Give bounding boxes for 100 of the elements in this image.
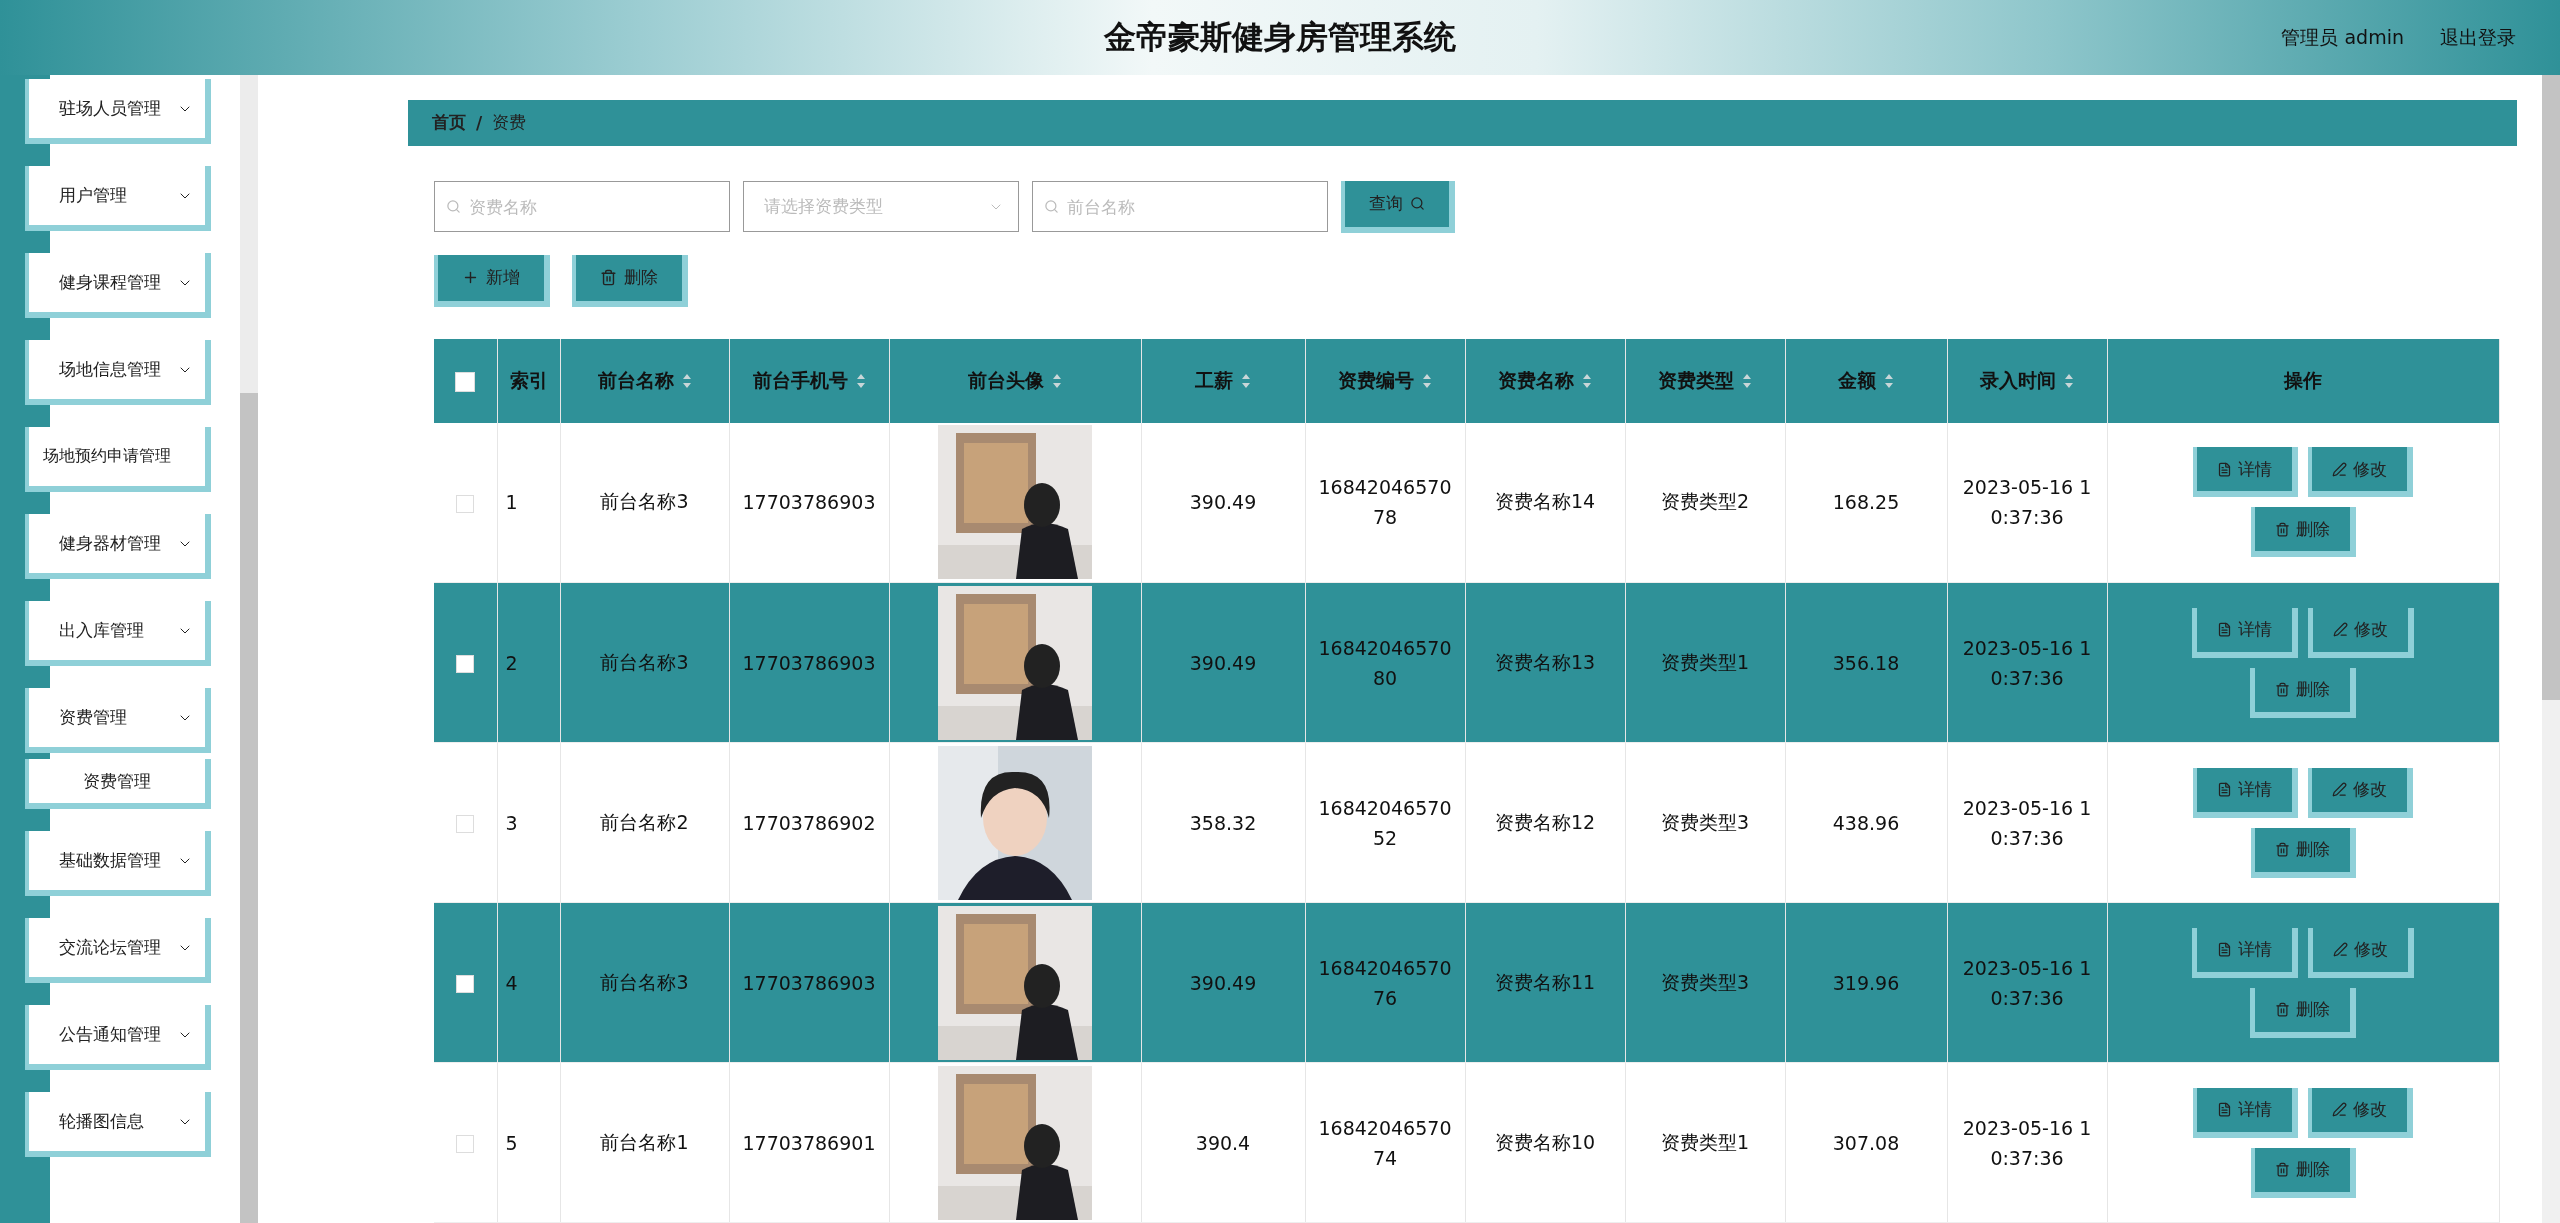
menu-item[interactable]: 健身器材管理 (25, 514, 211, 579)
fee-type-text: 资费类型3 (1660, 969, 1750, 995)
column-header[interactable]: 资费编号 (1305, 338, 1465, 423)
delete-button[interactable]: 删除 (2250, 667, 2357, 718)
code-text: 1684204657074 (1317, 1115, 1453, 1171)
document-icon (2217, 461, 2233, 477)
column-header[interactable]: 资费类型 (1625, 338, 1785, 423)
amount-text: 307.08 (1832, 1131, 1900, 1154)
search-field[interactable]: 资费名称 (434, 181, 730, 232)
select-all-checkbox[interactable] (455, 371, 476, 392)
time-text: 2023-05-16 10:37:36 (1961, 635, 2093, 691)
menu-item[interactable]: 基础数据管理 (25, 831, 211, 896)
column-header[interactable]: 前台头像 (889, 338, 1141, 423)
scrollbar[interactable] (2542, 75, 2560, 1223)
sort-icon[interactable] (1582, 372, 1592, 389)
menu-item[interactable]: 健身课程管理 (25, 253, 211, 318)
sort-icon[interactable] (1052, 372, 1062, 389)
edit-button[interactable]: 修改 (2308, 607, 2415, 658)
fee-name-text: 资费名称11 (1494, 969, 1596, 995)
sort-icon[interactable] (2064, 372, 2074, 389)
name-text: 前台名称3 (600, 649, 689, 675)
menu-item[interactable]: 轮播图信息 (25, 1092, 211, 1157)
delete-button[interactable]: 删除 (2250, 827, 2356, 878)
row-checkbox[interactable] (456, 815, 475, 833)
menu-item[interactable]: 交流论坛管理 (25, 918, 211, 983)
logout-link[interactable]: 退出登录 (2440, 24, 2516, 51)
column-header: 索引 (497, 338, 560, 423)
breadcrumb-item[interactable]: 首页 (432, 111, 466, 135)
fee-name-text: 资费名称14 (1494, 489, 1596, 515)
sort-icon[interactable] (681, 372, 692, 389)
search-button[interactable]: 查询 (1341, 180, 1455, 233)
detail-button[interactable]: 详情 (2193, 767, 2299, 818)
app-title: 金帝豪斯健身房管理系统 (1104, 16, 1456, 58)
time-text: 2023-05-16 10:37:36 (1961, 955, 2093, 1011)
search-icon (1410, 196, 1425, 211)
column-header: 操作 (2107, 338, 2500, 423)
code-text: 1684204657052 (1317, 795, 1453, 851)
sort-icon[interactable] (1742, 372, 1752, 389)
document-icon (2217, 782, 2233, 797)
scrollbar[interactable] (240, 75, 258, 1223)
menu-item[interactable]: 公告通知管理 (25, 1005, 211, 1070)
menu-item[interactable]: 场地信息管理 (25, 340, 211, 405)
delete-button[interactable]: 删除 (572, 254, 688, 307)
time-text: 2023-05-16 10:37:36 (1961, 795, 2093, 851)
search-icon (446, 199, 461, 214)
phone-text: 17703786903 (742, 971, 876, 994)
fee-type-text: 资费类型2 (1660, 489, 1750, 515)
edit-button[interactable]: 修改 (2308, 767, 2414, 818)
detail-button[interactable]: 详情 (2192, 607, 2299, 658)
column-header[interactable]: 资费名称 (1465, 338, 1625, 423)
sort-icon[interactable] (855, 372, 866, 389)
menu-item[interactable]: 场地预约申请管理 (25, 427, 211, 492)
sort-icon[interactable] (1884, 372, 1894, 389)
column-header[interactable]: 前台名称 (560, 338, 729, 423)
search-field[interactable]: 前台名称 (1032, 181, 1328, 232)
amount-text: 356.18 (1832, 651, 1900, 674)
delete-button[interactable]: 删除 (2250, 987, 2357, 1038)
name-text: 前台名称1 (600, 1129, 689, 1155)
row-checkbox[interactable] (456, 975, 475, 993)
breadcrumb-item: 资费 (492, 111, 527, 135)
salary-text: 390.49 (1189, 491, 1257, 514)
detail-button[interactable]: 详情 (2192, 927, 2299, 978)
menu-item[interactable]: 驻场人员管理 (25, 79, 211, 144)
column-header[interactable]: 前台手机号 (729, 338, 889, 423)
edit-button[interactable]: 修改 (2308, 1087, 2414, 1138)
index-text: 4 (505, 971, 518, 994)
code-text: 1684204657080 (1317, 635, 1453, 691)
detail-button[interactable]: 详情 (2193, 447, 2299, 498)
user-label: 管理员 admin (2281, 24, 2404, 50)
fee-name-text: 资费名称13 (1494, 649, 1596, 675)
menu-item[interactable]: 资费管理 (25, 688, 211, 753)
code-text: 1684204657078 (1317, 475, 1453, 531)
column-header[interactable]: 录入时间 (1947, 338, 2107, 423)
menu-item[interactable]: 用户管理 (25, 166, 211, 231)
delete-button[interactable]: 删除 (2250, 507, 2356, 558)
fee-type-text: 资费类型1 (1660, 649, 1750, 675)
pen-icon (2332, 782, 2348, 797)
row-checkbox[interactable] (456, 1135, 475, 1153)
amount-text: 438.96 (1832, 811, 1900, 834)
row-checkbox[interactable] (456, 655, 475, 673)
sort-icon[interactable] (1422, 372, 1432, 389)
edit-button[interactable]: 修改 (2308, 447, 2414, 498)
index-text: 3 (505, 811, 518, 834)
document-icon (2217, 942, 2233, 957)
amount-text: 168.25 (1832, 491, 1900, 514)
edit-button[interactable]: 修改 (2308, 927, 2415, 978)
add-button[interactable]: 新增 (434, 254, 550, 307)
sort-icon[interactable] (1241, 372, 1251, 389)
delete-button[interactable]: 删除 (2250, 1147, 2356, 1198)
detail-button[interactable]: 详情 (2193, 1087, 2299, 1138)
submenu-item[interactable]: 资费管理 (25, 759, 211, 809)
row-checkbox[interactable] (456, 494, 475, 513)
column-header[interactable]: 工薪 (1141, 338, 1305, 423)
salary-text: 390.49 (1189, 971, 1257, 994)
menu-item[interactable]: 出入库管理 (25, 601, 211, 666)
salary-text: 358.32 (1189, 811, 1257, 834)
phone-text: 17703786903 (742, 491, 876, 514)
column-header[interactable]: 金额 (1785, 338, 1947, 423)
trash-icon (2274, 842, 2290, 857)
amount-text: 319.96 (1832, 971, 1900, 994)
